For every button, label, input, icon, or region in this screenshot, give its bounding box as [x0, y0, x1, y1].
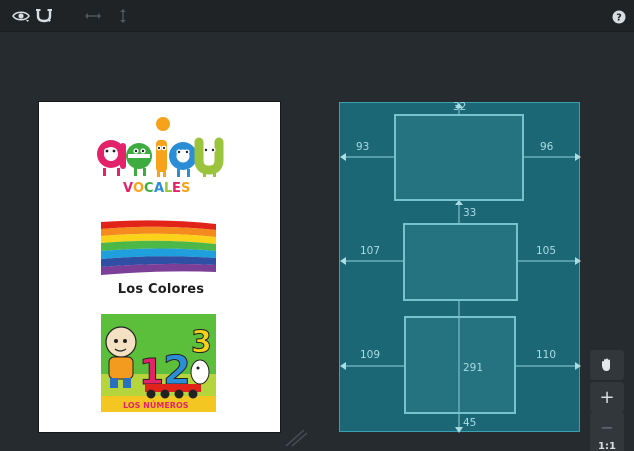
vertical-distribute-icon[interactable] — [113, 7, 133, 25]
svg-text:3: 3 — [191, 325, 212, 360]
image-slot-3[interactable] — [404, 316, 516, 414]
zoom-in-label: + — [599, 386, 615, 408]
slot2-right-margin: 105 — [536, 245, 557, 257]
app-window: ? V O C A L E S Los Colores 1 2 3 LOS NÚ… — [0, 0, 634, 451]
svg-text:?: ? — [616, 13, 622, 24]
slot3-right-margin: 110 — [536, 349, 557, 361]
image-slot-2[interactable] — [403, 223, 518, 301]
zoom-out-label: − — [600, 417, 614, 437]
svg-text:O: O — [133, 181, 144, 196]
slot1-right-margin: 96 — [540, 141, 554, 153]
los-numeros-label: LOS NÚMEROS — [123, 399, 189, 410]
zoom-in-button[interactable]: + — [590, 382, 624, 412]
svg-text:C: C — [144, 181, 154, 196]
los-colores-label: Los Colores — [117, 282, 205, 297]
slot1-top-margin: 32 — [453, 101, 467, 113]
svg-text:A: A — [154, 181, 164, 196]
image-slot-1[interactable] — [394, 114, 524, 201]
slot2-top-margin: 33 — [463, 207, 477, 219]
actual-size-button[interactable]: 1:1 — [590, 436, 624, 451]
horizontal-distribute-icon[interactable] — [83, 7, 103, 25]
resize-grip-icon[interactable] — [284, 428, 308, 448]
svg-text:S: S — [181, 181, 190, 196]
hand-icon[interactable] — [590, 350, 624, 380]
slot3-bottom-margin: 45 — [463, 417, 477, 429]
numeros-logo: 1 2 3 LOS NÚMEROS — [101, 314, 216, 412]
toolbar: ? — [0, 0, 634, 32]
slot1-left-margin: 93 — [356, 141, 370, 153]
preview-page[interactable]: V O C A L E S Los Colores 1 2 3 LOS NÚME… — [39, 102, 280, 432]
slot3-center-value: 291 — [463, 362, 484, 374]
aeiou-vocales-logo: V O C A L E S — [97, 117, 224, 196]
help-icon[interactable]: ? — [609, 8, 629, 26]
svg-text:E: E — [172, 181, 181, 196]
actual-size-label: 1:1 — [598, 440, 616, 451]
slot2-left-margin: 107 — [360, 245, 381, 257]
eye-icon[interactable] — [11, 7, 31, 25]
magnet-icon[interactable] — [34, 7, 54, 25]
slot3-left-margin: 109 — [360, 349, 381, 361]
layout-page[interactable]: 32 93 96 33 107 105 109 110 291 45 — [339, 101, 581, 433]
svg-text:V: V — [123, 181, 133, 196]
rainbow-icon — [101, 220, 216, 275]
